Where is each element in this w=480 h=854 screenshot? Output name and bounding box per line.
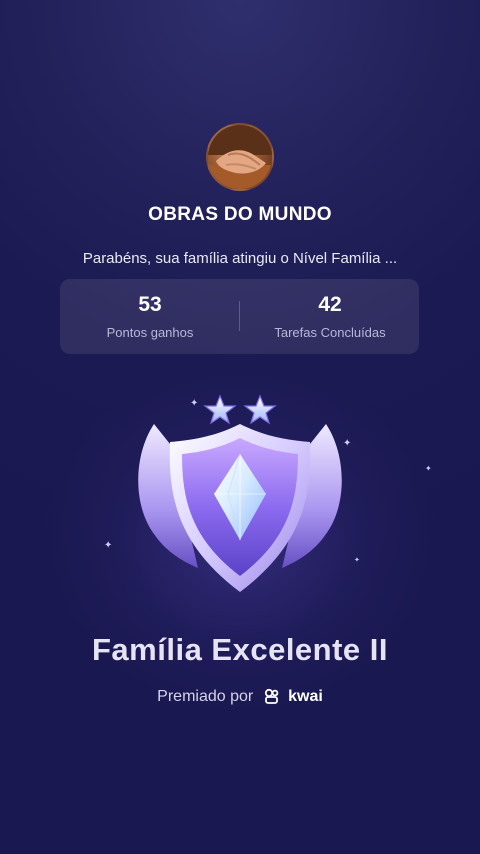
kwai-logo-icon bbox=[264, 688, 278, 704]
avatar[interactable] bbox=[206, 123, 274, 191]
sparkle-icon: ✦ bbox=[425, 464, 432, 473]
shield-crystal-badge-icon bbox=[138, 394, 342, 592]
stat-points: 53 Pontos ganhos bbox=[60, 279, 240, 354]
stat-tasks-label: Tarefas Concluídas bbox=[274, 325, 386, 340]
handshake-photo-icon bbox=[208, 125, 272, 189]
congrats-message: Parabéns, sua família atingiu o Nível Fa… bbox=[82, 250, 398, 267]
awarded-by-prefix: Premiado por bbox=[157, 688, 254, 705]
award-title: Família Excelente II bbox=[91, 632, 389, 667]
stats-panel: 53 Pontos ganhos 42 Tarefas Concluídas bbox=[60, 279, 419, 354]
stat-points-label: Pontos ganhos bbox=[106, 325, 194, 340]
award-screen: OBRAS DO MUNDO Parabéns, sua família ati… bbox=[0, 0, 480, 854]
awarded-by-brand: kwai bbox=[288, 688, 323, 705]
stat-tasks-value: 42 bbox=[318, 293, 342, 316]
stat-points-value: 53 bbox=[138, 293, 162, 316]
awarded-by: Premiado por kwai bbox=[0, 688, 480, 706]
sparkle-icon: ✦ bbox=[104, 540, 113, 551]
profile-name: OBRAS DO MUNDO bbox=[148, 204, 332, 225]
stat-tasks: 42 Tarefas Concluídas bbox=[240, 279, 420, 354]
